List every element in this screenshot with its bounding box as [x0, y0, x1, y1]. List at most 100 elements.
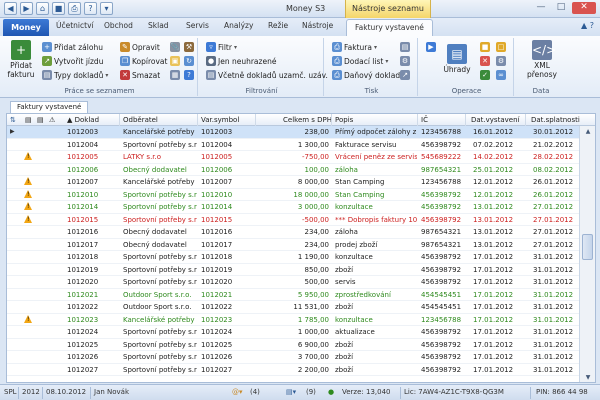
rss-icon[interactable]: ▤▾ [286, 388, 296, 396]
print-preview-icon[interactable]: ▤ [400, 42, 410, 52]
scroll-thumb[interactable] [582, 234, 593, 260]
table-row[interactable]: 1012025 Sportovní potřeby s.r.o. 1012025 6 … [7, 339, 579, 351]
column-odberatel[interactable]: Odběratel [123, 116, 158, 124]
maximize-icon[interactable]: □ [552, 2, 570, 14]
scroll-up-icon[interactable]: ▲ [580, 126, 595, 138]
table-row[interactable]: 1012010 Sportovní potřeby s.r.o. 1012010 18… [7, 189, 579, 201]
table-row[interactable]: 1012022 Outdoor Sport s.r.o. 1012022 11 531… [7, 301, 579, 314]
sort-icon[interactable]: ⇅ [10, 116, 16, 124]
table-row[interactable]: 1012026 Sportovní potřeby s.r.o. 1012026 3 … [7, 351, 579, 364]
group-data: </> XML přenosy Data [516, 38, 566, 96]
table-row[interactable]: 1012016 Obecný dodavatel 1012016 234,00 zálo… [7, 226, 579, 239]
tab-rezie[interactable]: Režie [268, 21, 288, 30]
table-row[interactable]: 1012018 Sportovní potřeby s.r.o. 1012018 1 … [7, 251, 579, 264]
document-tab-faktury[interactable]: Faktury vystavené [10, 101, 89, 113]
attachment-column-icon[interactable]: ▤ [37, 116, 44, 124]
warning-icon [24, 314, 32, 323]
add-invoice-button[interactable]: + Přidat fakturu [6, 40, 36, 79]
column-dat-vystaveni[interactable]: Dat.vystavení [471, 116, 519, 124]
help-icon[interactable]: ? [84, 2, 97, 15]
column-dat-splatnosti[interactable]: Dat.splatnosti [531, 116, 580, 124]
print-icon[interactable]: ⎙ [68, 2, 81, 15]
add-deposit-button[interactable]: + Přidat zálohu [42, 42, 103, 52]
column-var-symbol[interactable]: Var.symbol [201, 116, 239, 124]
table-row[interactable]: 1012007 Kancelářské potřeby s.r.o. 1012007… [7, 176, 579, 189]
app-menu-button[interactable]: Money [3, 19, 49, 36]
customize-icon[interactable]: ▾ [100, 2, 113, 15]
payments-button[interactable]: ▤ Úhrady [440, 44, 474, 74]
close-icon[interactable]: ✕ [572, 2, 596, 14]
print-tax-document-button[interactable]: ⎙ Daňový doklad [332, 70, 405, 80]
delete-button[interactable]: ✕ Smazat [120, 70, 160, 80]
refresh-icon[interactable]: ↻ [184, 56, 194, 66]
column-separator [197, 114, 198, 126]
table-row[interactable]: 1012027 Sportovní potřeby s.r.o. 1012027 2 … [7, 364, 579, 376]
operation-icon[interactable]: ▶ [426, 42, 436, 52]
column-ic[interactable]: IČ [421, 116, 428, 124]
export-icon[interactable]: ↗ [400, 70, 410, 80]
cell-ic: 987654321 [421, 165, 462, 174]
back-icon[interactable]: ◀ [4, 2, 17, 15]
cell-var-symbol: 1012015 [201, 215, 233, 224]
cell-popis: Fakturace servisu [335, 140, 397, 149]
mail-count[interactable]: (4) [250, 388, 260, 396]
tab-faktury-vystavene[interactable]: Faktury vystavené [346, 19, 433, 36]
table-row[interactable]: 1012020 Sportovní potřeby s.r.o. 1012020 50… [7, 276, 579, 289]
home-icon[interactable]: ⌂ [36, 2, 49, 15]
scroll-down-icon[interactable]: ▼ [580, 372, 595, 382]
help-icon[interactable]: ▲ ? [581, 21, 594, 30]
minimize-icon[interactable]: — [532, 2, 550, 14]
only-unpaid-toggle[interactable]: ● Jen neuhrazené [206, 56, 276, 66]
document-types-button[interactable]: ▤ Typy dokladů [42, 70, 108, 80]
save-icon[interactable]: ■ [52, 2, 65, 15]
table-row[interactable]: ▶ 1012003 Kancelářské potřeby s.r.o. 101200… [7, 126, 579, 139]
table-row[interactable]: 1012004 Sportovní potřeby s.r.o. 1012004 1 … [7, 139, 579, 151]
tab-analyzy[interactable]: Analýzy [224, 21, 253, 30]
print-delivery-note-button[interactable]: ⎙ Dodací list [332, 56, 388, 66]
xml-transfers-button[interactable]: </> XML přenosy [522, 40, 562, 79]
link-icon[interactable]: ∞ [496, 70, 506, 80]
table-row[interactable]: 1012014 Sportovní potřeby s.r.o. 1012014 3 … [7, 201, 579, 214]
table-row[interactable]: 1012017 Obecný dodavatel 1012017 234,00 prod… [7, 239, 579, 251]
table-row[interactable]: 1012005 LÁTKY s.r.o 1012005 -750,00 Vrácení … [7, 151, 579, 164]
cell-popis: servis [335, 278, 356, 286]
edit-button[interactable]: ✎ Opravit [120, 42, 160, 52]
info-icon[interactable]: ? [184, 70, 194, 80]
create-trip-button[interactable]: ↗ Vytvořit jízdu [42, 56, 103, 66]
lock-icon[interactable]: ■ [480, 42, 490, 52]
folder-icon[interactable]: ▣ [170, 56, 180, 66]
copy-button[interactable]: ❐ Kopírovat [120, 56, 167, 66]
column-celkem[interactable]: Celkem s DPH [283, 116, 332, 124]
cancel-icon[interactable]: ✕ [480, 56, 490, 66]
forward-icon[interactable]: ▶ [20, 2, 33, 15]
tab-obchod[interactable]: Obchod [104, 21, 133, 30]
columns-icon[interactable]: ▦ [170, 70, 180, 80]
rss-count[interactable]: (9) [306, 388, 316, 396]
mail-icon[interactable]: @▾ [232, 388, 243, 396]
table-row[interactable]: 1012023 Kancelářské potřeby s.r.o. 1012023… [7, 314, 579, 326]
tab-nastroje[interactable]: Nástroje [302, 21, 333, 30]
unlock-icon[interactable]: □ [496, 42, 506, 52]
print-invoice-button[interactable]: ⎙ Faktura [332, 42, 377, 52]
column-doklad[interactable]: ▲ Doklad [67, 116, 99, 124]
tab-servis[interactable]: Servis [186, 21, 209, 30]
warning-column-icon[interactable]: ⚠ [49, 116, 55, 124]
table-row[interactable]: 1012024 Sportovní potřeby s.r.o. 1012024 1 … [7, 326, 579, 339]
filter-button[interactable]: ▿ Filtr [206, 42, 237, 52]
vertical-scrollbar[interactable]: ▲ ▼ [579, 126, 595, 382]
tab-sklad[interactable]: Sklad [148, 21, 169, 30]
attachment-icon[interactable]: 📎 [170, 42, 180, 52]
table-row[interactable]: 1012019 Sportovní potřeby s.r.o. 1012019 85… [7, 264, 579, 276]
table-row[interactable]: 1012006 Obecný dodavatel 1012006 100,00 zálo… [7, 164, 579, 176]
include-locked-toggle[interactable]: ▤ Včetně dokladů uzamč. uzáv. [206, 70, 328, 80]
lock-column-icon[interactable]: ▤ [25, 116, 32, 124]
table-row[interactable]: 1012021 Outdoor Sport s.r.o. 1012021 5 950,… [7, 289, 579, 301]
tool-icon[interactable]: ⚒ [184, 42, 194, 52]
print-setup-icon[interactable]: ⚙ [400, 56, 410, 66]
settings-icon[interactable]: ⚙ [496, 56, 506, 66]
cell-dat-vystaveni: 16.01.2012 [473, 128, 514, 136]
approve-icon[interactable]: ✓ [480, 70, 490, 80]
column-popis[interactable]: Popis [335, 116, 353, 124]
tab-ucetnictvi[interactable]: Účetnictví [56, 21, 94, 30]
table-row[interactable]: 1012015 Sportovní potřeby s.r.o. 1012015 -5… [7, 214, 579, 226]
